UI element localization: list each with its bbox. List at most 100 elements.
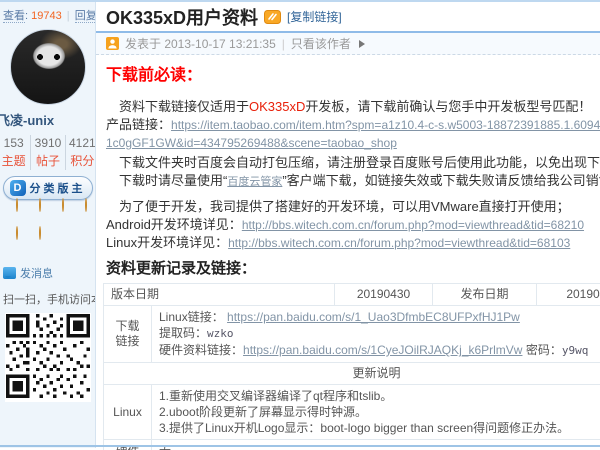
text: ”客户端下载，如链接失效或下载失败请反馈给我公司销售人员，谢谢！ — [282, 173, 600, 188]
version-date-value: 20190430 — [335, 284, 433, 306]
body-line-compat: 资料下载链接仅适用于OK335xD开发板，请下载前确认与您手中开发板型号匹配！ — [106, 98, 600, 116]
text: 开发板，请下载前确认与您手中开发板型号匹配！ — [305, 99, 591, 114]
android-env-label: Android开发环境详见： — [106, 217, 242, 232]
linux-download-line: Linux链接： https://pan.baidu.com/s/1_Uao3D… — [159, 309, 600, 325]
body-line-note1: 下载文件夹时百度会自动打包压缩，请注册登录百度账号后使用此功能，以免出现下载后不… — [106, 154, 600, 172]
avatar[interactable] — [10, 29, 86, 105]
update-table: 版本日期 20190430 发布日期 20190430 下载链接 Linux链接… — [103, 283, 600, 450]
stat-posts-label: 帖子 — [31, 152, 64, 169]
table-row-update-header: 更新说明 — [104, 363, 600, 385]
body-line-note2: 下载时请尽量使用“百度云管家”客户端下载，如链接失效或下载失败请反馈给我公司销售… — [106, 172, 600, 191]
medal-icon — [16, 205, 32, 232]
table-row-linux-notes: Linux 1.重新使用交叉编译器编译了qt程序和tslib。 2.uboot阶… — [104, 385, 600, 440]
board-model-red: OK335xD — [249, 99, 305, 114]
medal-icon — [16, 233, 32, 260]
medal-icon — [62, 205, 78, 232]
download-links-label: 下载链接 — [104, 306, 152, 363]
body-line-product: 产品链接：https://item.taobao.com/item.htm?sp… — [106, 116, 600, 152]
moderator-badge: D 分类版主 — [3, 176, 93, 200]
linux-notes-cell: 1.重新使用交叉编译器编译了qt程序和tslib。 2.uboot阶段更新了屏幕… — [152, 385, 600, 440]
medal-row-2 — [0, 232, 95, 260]
warning-heading: 下载前必读： — [106, 67, 600, 85]
attachment-icon — [264, 8, 281, 25]
medal-icon — [39, 233, 55, 260]
send-message-label: 发消息 — [20, 265, 53, 281]
note-line: 3.提供了Linux开机Logo显示：boot-logo bigger than… — [159, 420, 600, 436]
message-icon — [3, 267, 16, 279]
update-section-title: 资料更新记录及链接： — [106, 260, 600, 278]
hw-pass-value: y9wq — [562, 344, 589, 357]
linux-baidu-link[interactable]: https://pan.baidu.com/s/1_Uao3DfmbEC8UFP… — [227, 310, 520, 324]
android-env-link[interactable]: http://bbs.witech.com.cn/forum.php?mod=v… — [242, 218, 584, 232]
post-content: 下载前必读： 资料下载链接仅适用于OK335xD开发板，请下载前确认与您手中开发… — [96, 55, 600, 450]
divider: | — [282, 37, 285, 51]
stat-credits-label: 积分 — [66, 152, 96, 169]
thread-stats-line: 查看: 19743 | 回复: 1 — [0, 2, 95, 26]
user-icon — [106, 37, 119, 50]
note-line: 1.重新使用交叉编译器编译了qt程序和tslib。 — [159, 388, 600, 404]
moderator-badge-label: 分类版主 — [30, 180, 86, 196]
post-meta-row: 发表于 2013-10-17 13:21:35 | 只看该作者 — [96, 33, 600, 55]
medal-row-1 — [0, 204, 95, 232]
stat-credits: 4121 积分 — [65, 135, 96, 170]
update-notes-header: 更新说明 — [104, 363, 600, 385]
post-main: OK335xD用户资料 [复制链接] 发表于 2013-10-17 13:21:… — [96, 2, 600, 448]
text: 下载时请尽量使用“ — [119, 173, 227, 188]
linux-env-label: Linux开发环境详见： — [106, 235, 228, 250]
medal-icon — [0, 205, 9, 232]
extract-code-line: 提取码：wzko — [159, 325, 600, 342]
text: 资料下载链接仅适用于 — [119, 99, 249, 114]
medal-icon — [39, 205, 55, 232]
table-row-downloads: 下载链接 Linux链接： https://pan.baidu.com/s/1_… — [104, 306, 600, 363]
page-layout: 查看: 19743 | 回复: 1 飞凌-unix 153 主题 3910 帖子… — [0, 2, 600, 448]
qr-code — [5, 313, 91, 402]
hw-link-label: 硬件资料链接： — [159, 343, 243, 357]
hw-baidu-link[interactable]: https://pan.baidu.com/s/1CyeJOilRJAQKj_k… — [243, 343, 522, 357]
views-label[interactable]: 查看 — [3, 10, 25, 23]
medal-icon — [0, 233, 9, 260]
body-line-env: 为了便于开发，我司提供了搭建好的开发环境，可以用VMware直接打开使用； — [106, 198, 600, 216]
table-row-dates: 版本日期 20190430 发布日期 20190430 — [104, 284, 600, 306]
download-links-cell: Linux链接： https://pan.baidu.com/s/1_Uao3D… — [152, 306, 600, 363]
replies-label[interactable]: 回复 — [75, 10, 96, 23]
views-count: 19743 — [31, 10, 62, 22]
send-message-button[interactable]: 发消息 — [0, 260, 95, 281]
divider: | — [67, 10, 70, 22]
release-date-label: 发布日期 — [433, 284, 537, 306]
release-date-value: 20190430 — [537, 284, 600, 306]
row-label: Linux — [104, 385, 152, 440]
extract-code-label: 提取码： — [159, 326, 207, 340]
baidu-client-link[interactable]: 百度云管家 — [227, 176, 282, 188]
stat-threads-label: 主题 — [0, 152, 30, 169]
medal-icon — [85, 205, 96, 232]
post-time: 发表于 2013-10-17 13:21:35 — [125, 35, 276, 52]
author-sidebar: 查看: 19743 | 回复: 1 飞凌-unix 153 主题 3910 帖子… — [0, 2, 96, 448]
stat-posts: 3910 帖子 — [30, 135, 64, 170]
author-username[interactable]: 飞凌-unix — [0, 110, 95, 129]
stat-threads: 153 主题 — [0, 135, 30, 170]
discuz-logo-icon: D — [10, 180, 26, 196]
post-title-row: OK335xD用户资料 [复制链接] — [96, 2, 600, 33]
linux-link-label: Linux链接： — [159, 310, 224, 324]
stat-threads-value[interactable]: 153 — [0, 136, 30, 150]
colon: : — [25, 10, 28, 22]
post-title: OK335xD用户资料 — [106, 4, 258, 30]
version-date-label: 版本日期 — [104, 284, 335, 306]
hardware-download-line: 硬件资料链接：https://pan.baidu.com/s/1CyeJOilR… — [159, 342, 600, 359]
hw-pass-label: 密码： — [526, 343, 562, 357]
only-author-link[interactable]: 只看该作者 — [291, 35, 351, 52]
linux-env-link[interactable]: http://bbs.witech.com.cn/forum.php?mod=v… — [228, 236, 570, 250]
copy-link-button[interactable]: [复制链接] — [287, 8, 342, 25]
stat-posts-value[interactable]: 3910 — [31, 136, 64, 150]
product-label: 产品链接： — [106, 117, 171, 132]
post-bottom-divider — [0, 445, 600, 447]
stat-credits-value[interactable]: 4121 — [66, 136, 96, 150]
spacer — [106, 191, 600, 198]
product-link[interactable]: https://item.taobao.com/item.htm?spm=a1z… — [106, 118, 600, 150]
author-stats: 153 主题 3910 帖子 4121 积分 — [0, 135, 96, 170]
arrow-right-icon[interactable] — [359, 40, 369, 48]
note-line: 2.uboot阶段更新了屏幕显示得时钟源。 — [159, 404, 600, 420]
extract-code-value: wzko — [207, 327, 234, 340]
body-line-linux: Linux开发环境详见：http://bbs.witech.com.cn/for… — [106, 234, 600, 252]
scan-tip-text: 扫一扫，手机访问本帖 — [0, 281, 95, 307]
